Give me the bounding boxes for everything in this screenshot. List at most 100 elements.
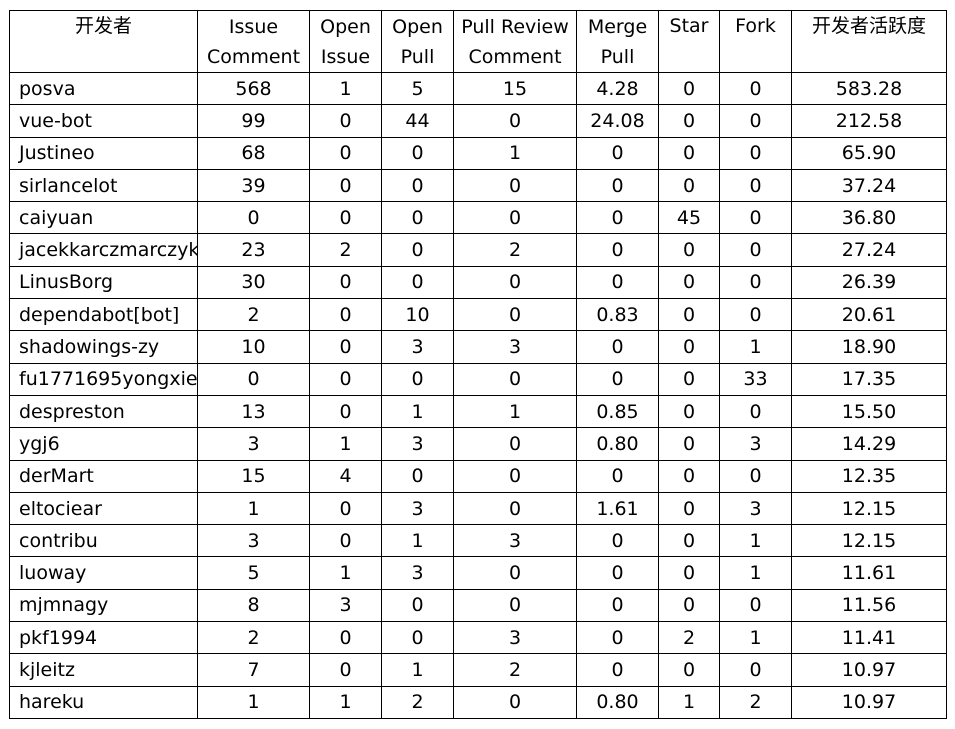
cell-activity: 18.90	[791, 330, 947, 364]
cell-fork: 0	[719, 168, 792, 203]
table-row: contribu 3 0 1 3 0 0 1 12.15	[9, 524, 947, 558]
cell-star: 1	[658, 685, 720, 719]
cell-activity: 12.15	[791, 524, 947, 558]
table-row: jacekkarczmarczyk 23 2 0 2 0 0 0 27.24	[9, 233, 947, 267]
cell-activity: 11.61	[791, 556, 947, 590]
cell-issue-comment: 13	[197, 394, 310, 429]
cell-fork: 3	[719, 491, 792, 526]
cell-pull-review-comment: 0	[453, 685, 577, 719]
table-body: posva 568 1 5 15 4.28 0 0 583.28 vue-bot 99 0 44 0 24.…	[9, 71, 947, 719]
cell-activity: 15.50	[791, 394, 947, 429]
cell-pull-review-comment: 2	[453, 233, 577, 267]
cell-activity: 17.35	[791, 362, 947, 396]
cell-open-issue: 1	[309, 556, 382, 590]
header-line: Pull	[400, 45, 435, 68]
table-row: luoway 5 1 3 0 0 0 1 11.61	[9, 556, 947, 590]
cell-merge-pull: 0	[576, 233, 659, 267]
table-row: vue-bot 99 0 44 0 24.08 0 0 212.58	[9, 104, 947, 138]
cell-activity: 20.61	[791, 298, 947, 332]
cell-open-pull: 0	[381, 362, 454, 396]
cell-star: 0	[658, 491, 720, 526]
cell-merge-pull: 0	[576, 459, 659, 493]
cell-open-pull: 44	[381, 104, 454, 138]
cell-activity: 12.15	[791, 491, 947, 526]
table-header-row: 开发者 Issue Comment Open Issue Open Pull Pull…	[9, 10, 947, 73]
cell-issue-comment: 68	[197, 136, 310, 170]
cell-pull-review-comment: 0	[453, 362, 577, 396]
cell-open-issue: 1	[309, 685, 382, 719]
cell-fork: 0	[719, 298, 792, 332]
cell-merge-pull: 0	[576, 653, 659, 687]
cell-pull-review-comment: 0	[453, 265, 577, 300]
cell-star: 2	[658, 621, 720, 655]
cell-activity: 212.58	[791, 104, 947, 138]
table-row: caiyuan 0 0 0 0 0 45 0 36.80	[9, 201, 947, 235]
cell-pull-review-comment: 0	[453, 588, 577, 623]
cell-open-issue: 0	[309, 136, 382, 170]
cell-star: 0	[658, 427, 720, 461]
developer-activity-table: 开发者 Issue Comment Open Issue Open Pull Pull…	[9, 10, 947, 719]
cell-activity: 27.24	[791, 233, 947, 267]
table-row: derMart 15 4 0 0 0 0 0 12.35	[9, 459, 947, 493]
cell-open-issue: 0	[309, 491, 382, 526]
cell-star: 0	[658, 265, 720, 300]
cell-fork: 33	[719, 362, 792, 396]
cell-star: 0	[658, 362, 720, 396]
cell-issue-comment: 2	[197, 298, 310, 332]
cell-issue-comment: 3	[197, 524, 310, 558]
cell-open-issue: 1	[309, 427, 382, 461]
cell-developer: fu1771695yongxie	[9, 362, 198, 396]
cell-star: 0	[658, 459, 720, 493]
header-open-issue: Open Issue	[309, 10, 382, 73]
table-row: fu1771695yongxie 0 0 0 0 0 0 33 17.35	[9, 362, 947, 396]
cell-developer: derMart	[9, 459, 198, 493]
cell-star: 0	[658, 556, 720, 590]
header-pull-review-comment: Pull Review Comment	[453, 10, 577, 73]
cell-pull-review-comment: 3	[453, 621, 577, 655]
header-line: Comment	[206, 45, 301, 68]
table-row: sirlancelot 39 0 0 0 0 0 0 37.24	[9, 168, 947, 203]
cell-activity: 26.39	[791, 265, 947, 300]
cell-fork: 0	[719, 394, 792, 429]
cell-merge-pull: 0	[576, 524, 659, 558]
header-line: Pull Review	[461, 15, 569, 38]
cell-activity: 583.28	[791, 71, 947, 106]
cell-developer: eltociear	[9, 491, 198, 526]
cell-developer: caiyuan	[9, 201, 198, 235]
cell-developer: sirlancelot	[9, 168, 198, 203]
cell-open-issue: 3	[309, 588, 382, 623]
cell-pull-review-comment: 1	[453, 394, 577, 429]
header-fork: Fork	[719, 10, 792, 73]
cell-merge-pull: 0.83	[576, 298, 659, 332]
cell-issue-comment: 30	[197, 265, 310, 300]
cell-pull-review-comment: 0	[453, 168, 577, 203]
cell-star: 0	[658, 233, 720, 267]
cell-open-issue: 0	[309, 621, 382, 655]
cell-developer: jacekkarczmarczyk	[9, 233, 198, 267]
cell-issue-comment: 2	[197, 621, 310, 655]
cell-open-pull: 10	[381, 298, 454, 332]
cell-open-pull: 0	[381, 168, 454, 203]
cell-merge-pull: 0	[576, 588, 659, 623]
cell-developer: Justineo	[9, 136, 198, 170]
cell-merge-pull: 0	[576, 168, 659, 203]
cell-open-issue: 0	[309, 653, 382, 687]
cell-pull-review-comment: 0	[453, 201, 577, 235]
cell-fork: 1	[719, 524, 792, 558]
cell-pull-review-comment: 1	[453, 136, 577, 170]
cell-pull-review-comment: 0	[453, 556, 577, 590]
cell-developer: hareku	[9, 685, 198, 719]
cell-pull-review-comment: 2	[453, 653, 577, 687]
cell-open-issue: 0	[309, 168, 382, 203]
cell-open-issue: 0	[309, 265, 382, 300]
cell-fork: 0	[719, 265, 792, 300]
cell-merge-pull: 4.28	[576, 71, 659, 106]
cell-merge-pull: 0	[576, 621, 659, 655]
header-activity: 开发者活跃度	[791, 10, 947, 73]
cell-merge-pull: 0.80	[576, 427, 659, 461]
cell-star: 0	[658, 168, 720, 203]
cell-open-pull: 3	[381, 330, 454, 364]
cell-merge-pull: 0	[576, 136, 659, 170]
cell-activity: 10.97	[791, 653, 947, 687]
cell-fork: 0	[719, 201, 792, 235]
